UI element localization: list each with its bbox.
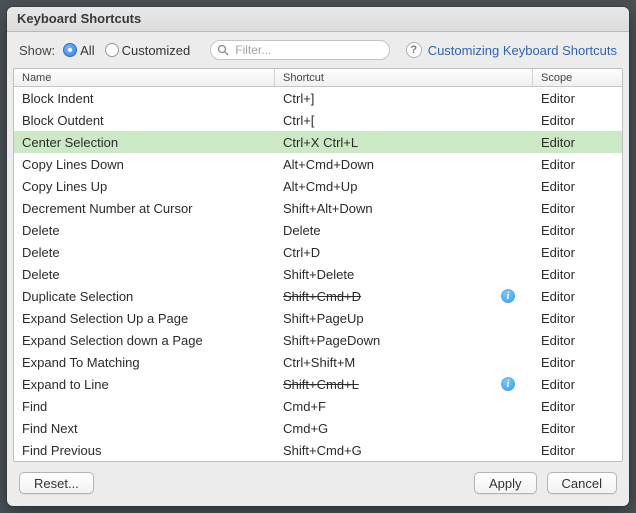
cell-name: Duplicate Selection: [14, 289, 275, 304]
cell-scope: Editor: [533, 223, 622, 238]
cell-name: Find Previous: [14, 443, 275, 458]
window-title: Keyboard Shortcuts: [7, 7, 629, 32]
table-row[interactable]: Find PreviousShift+Cmd+GEditor: [14, 439, 622, 461]
column-header-shortcut[interactable]: Shortcut: [275, 69, 533, 86]
table-row[interactable]: DeleteDeleteEditor: [14, 219, 622, 241]
cell-scope: Editor: [533, 289, 622, 304]
filter-input[interactable]: [210, 40, 390, 60]
table-row[interactable]: DeleteShift+DeleteEditor: [14, 263, 622, 285]
help-link[interactable]: ? Customizing Keyboard Shortcuts: [406, 42, 617, 58]
cell-shortcut: Shift+Alt+Down: [275, 201, 533, 216]
search-icon: [217, 44, 229, 59]
table-row[interactable]: DeleteCtrl+DEditor: [14, 241, 622, 263]
cell-scope: Editor: [533, 399, 622, 414]
help-icon: ?: [406, 42, 422, 58]
cell-shortcut: Cmd+F: [275, 399, 533, 414]
cell-shortcut: Shift+PageDown: [275, 333, 533, 348]
radio-customized[interactable]: Customized: [105, 43, 191, 58]
column-header-name[interactable]: Name: [14, 69, 275, 86]
cell-scope: Editor: [533, 157, 622, 172]
cell-scope: Editor: [533, 355, 622, 370]
cell-scope: Editor: [533, 179, 622, 194]
cell-name: Copy Lines Down: [14, 157, 275, 172]
cell-scope: Editor: [533, 443, 622, 458]
cell-scope: Editor: [533, 135, 622, 150]
cancel-button[interactable]: Cancel: [547, 472, 617, 494]
cell-name: Find Next: [14, 421, 275, 436]
cell-scope: Editor: [533, 91, 622, 106]
cell-name: Expand To Matching: [14, 355, 275, 370]
cell-shortcut: Shift+PageUp: [275, 311, 533, 326]
show-label: Show:: [19, 43, 55, 58]
table-row[interactable]: Block OutdentCtrl+[Editor: [14, 109, 622, 131]
cell-name: Block Outdent: [14, 113, 275, 128]
cell-name: Decrement Number at Cursor: [14, 201, 275, 216]
cell-shortcut: Shift+Cmd+Li: [275, 377, 533, 392]
cell-scope: Editor: [533, 333, 622, 348]
cell-name: Block Indent: [14, 91, 275, 106]
cell-scope: Editor: [533, 311, 622, 326]
footer: Reset... Apply Cancel: [7, 462, 629, 506]
radio-all[interactable]: All: [63, 43, 94, 58]
cell-shortcut: Ctrl+[: [275, 113, 533, 128]
cell-shortcut: Ctrl+]: [275, 91, 533, 106]
radio-dot-icon: [105, 43, 119, 57]
cell-shortcut: Cmd+G: [275, 421, 533, 436]
cell-shortcut: Shift+Cmd+G: [275, 443, 533, 458]
cell-name: Center Selection: [14, 135, 275, 150]
shortcuts-table: Name Shortcut Scope Block IndentCtrl+]Ed…: [13, 68, 623, 462]
cell-shortcut: Delete: [275, 223, 533, 238]
cell-shortcut: Shift+Delete: [275, 267, 533, 282]
radio-all-label: All: [80, 43, 94, 58]
table-row[interactable]: Block IndentCtrl+]Editor: [14, 87, 622, 109]
table-row[interactable]: Copy Lines UpAlt+Cmd+UpEditor: [14, 175, 622, 197]
table-row[interactable]: Decrement Number at CursorShift+Alt+Down…: [14, 197, 622, 219]
cell-scope: Editor: [533, 421, 622, 436]
cell-shortcut: Shift+Cmd+Di: [275, 289, 533, 304]
cell-shortcut: Ctrl+Shift+M: [275, 355, 533, 370]
radio-dot-icon: [63, 43, 77, 57]
table-row[interactable]: Find NextCmd+GEditor: [14, 417, 622, 439]
keyboard-shortcuts-window: Keyboard Shortcuts Show: All Customized …: [7, 7, 629, 506]
table-row[interactable]: Expand Selection Up a PageShift+PageUpEd…: [14, 307, 622, 329]
cell-name: Copy Lines Up: [14, 179, 275, 194]
table-row[interactable]: Center SelectionCtrl+X Ctrl+LEditor: [14, 131, 622, 153]
table-row[interactable]: Expand Selection down a PageShift+PageDo…: [14, 329, 622, 351]
cell-shortcut: Ctrl+D: [275, 245, 533, 260]
cell-name: Expand Selection Up a Page: [14, 311, 275, 326]
cell-name: Find: [14, 399, 275, 414]
table-header: Name Shortcut Scope: [14, 69, 622, 87]
cell-scope: Editor: [533, 201, 622, 216]
cell-scope: Editor: [533, 377, 622, 392]
table-row[interactable]: Duplicate SelectionShift+Cmd+DiEditor: [14, 285, 622, 307]
apply-button[interactable]: Apply: [474, 472, 537, 494]
cell-scope: Editor: [533, 113, 622, 128]
table-row[interactable]: FindCmd+FEditor: [14, 395, 622, 417]
cell-shortcut: Alt+Cmd+Down: [275, 157, 533, 172]
table-row[interactable]: Expand To MatchingCtrl+Shift+MEditor: [14, 351, 622, 373]
radio-customized-label: Customized: [122, 43, 191, 58]
cell-name: Expand Selection down a Page: [14, 333, 275, 348]
cell-shortcut: Alt+Cmd+Up: [275, 179, 533, 194]
table-row[interactable]: Copy Lines DownAlt+Cmd+DownEditor: [14, 153, 622, 175]
cell-scope: Editor: [533, 245, 622, 260]
reset-button[interactable]: Reset...: [19, 472, 94, 494]
cell-name: Delete: [14, 245, 275, 260]
cell-shortcut: Ctrl+X Ctrl+L: [275, 135, 533, 150]
column-header-scope[interactable]: Scope: [533, 69, 622, 86]
cell-name: Expand to Line: [14, 377, 275, 392]
filter-search: [210, 40, 390, 60]
cell-name: Delete: [14, 223, 275, 238]
toolbar: Show: All Customized ? Customizing Keybo…: [7, 32, 629, 68]
cell-name: Delete: [14, 267, 275, 282]
table-row[interactable]: Expand to LineShift+Cmd+LiEditor: [14, 373, 622, 395]
cell-scope: Editor: [533, 267, 622, 282]
info-icon[interactable]: i: [501, 289, 515, 303]
help-link-text: Customizing Keyboard Shortcuts: [428, 43, 617, 58]
table-body: Block IndentCtrl+]EditorBlock OutdentCtr…: [14, 87, 622, 461]
info-icon[interactable]: i: [501, 377, 515, 391]
